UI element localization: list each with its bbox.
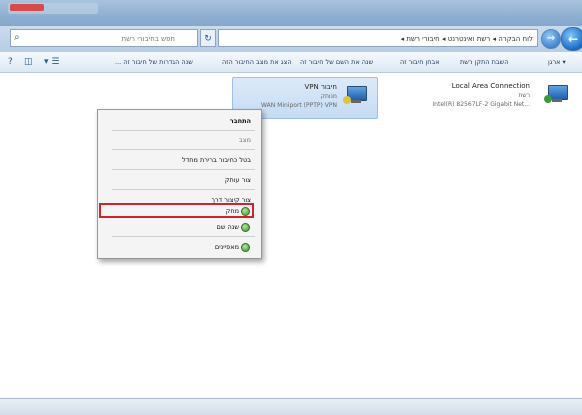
connection-name: Local Area Connection	[451, 82, 530, 90]
organize-button[interactable]: ▾ ארגן	[548, 52, 566, 72]
diagnose-button[interactable]: אבחן חיבור זה	[400, 52, 440, 72]
connection-device: WAN Miniport (PPTP) ‏VPN	[261, 102, 337, 109]
menu-separator	[112, 169, 255, 170]
connection-name: חיבור VPN	[304, 83, 337, 91]
shield-icon	[241, 223, 250, 232]
view-options-icon[interactable]: ▾ ☰	[44, 56, 59, 68]
connection-item-local[interactable]: Local Area Connection רשת Intel(R) 82567…	[380, 77, 578, 119]
menu-item-rename[interactable]: שנה שם	[217, 223, 239, 231]
title-bar	[0, 0, 582, 26]
preview-pane-icon[interactable]: ◫	[24, 56, 33, 68]
network-connections-window: ⌕ חפש בחיבורי רשת ↻ לוח הבקרה ◂ רשת ואינ…	[0, 0, 582, 415]
connection-status: רשת	[518, 92, 530, 99]
menu-item-cancel-default[interactable]: בטל כחיבור ברירת מחדל	[182, 156, 251, 164]
address-row: ⌕ חפש בחיבורי רשת ↻ לוח הבקרה ◂ רשת ואינ…	[0, 26, 582, 53]
connection-status: מנותק	[320, 93, 337, 100]
menu-item-properties[interactable]: מאפיינים	[215, 243, 239, 251]
menu-item-status[interactable]: מצב	[239, 136, 251, 144]
menu-separator	[112, 130, 255, 131]
menu-separator	[112, 189, 255, 190]
context-menu: התחבר מצב בטל כחיבור ברירת מחדל צור עותק…	[97, 109, 262, 259]
refresh-button[interactable]: ↻	[200, 29, 216, 47]
search-icon[interactable]: ⌕	[14, 32, 20, 43]
address-bar[interactable]: לוח הבקרה ◂ רשת ואינטרנט ◂ חיבורי רשת ◂	[218, 29, 538, 47]
rename-button[interactable]: שנה את השם של חיבור זה	[300, 52, 373, 72]
menu-item-connect[interactable]: התחבר	[230, 117, 251, 125]
forward-button[interactable]: →	[541, 29, 561, 49]
connection-device: Intel(R) 82567LF-2 Gigabit Net...	[432, 101, 530, 108]
change-settings-button[interactable]: שנה הגדרות של חיבור זה ...	[115, 52, 193, 72]
connections-list: Local Area Connection רשת Intel(R) 82567…	[0, 73, 582, 414]
view-status-button[interactable]: הצג את מצב החיבור הזה	[222, 52, 292, 72]
disable-device-button[interactable]: השבת התקן רשת	[460, 52, 508, 72]
delete-highlight-box	[99, 203, 254, 218]
back-button[interactable]: ←	[561, 27, 582, 51]
menu-separator	[112, 149, 255, 150]
status-bar	[0, 398, 582, 415]
menu-item-create-copy[interactable]: צור עותק	[225, 176, 251, 184]
vpn-connection-icon	[343, 84, 371, 108]
search-box[interactable]: ⌕ חפש בחיבורי רשת	[10, 29, 198, 47]
command-bar: ? ◫ ▾ ☰ שנה הגדרות של חיבור זה ... הצג א…	[0, 52, 582, 73]
window-logo	[10, 4, 44, 11]
menu-separator	[112, 236, 255, 237]
search-placeholder: חפש בחיבורי רשת	[121, 35, 175, 43]
shield-icon	[241, 243, 250, 252]
help-icon[interactable]: ?	[8, 56, 13, 68]
network-connection-icon	[544, 83, 572, 107]
